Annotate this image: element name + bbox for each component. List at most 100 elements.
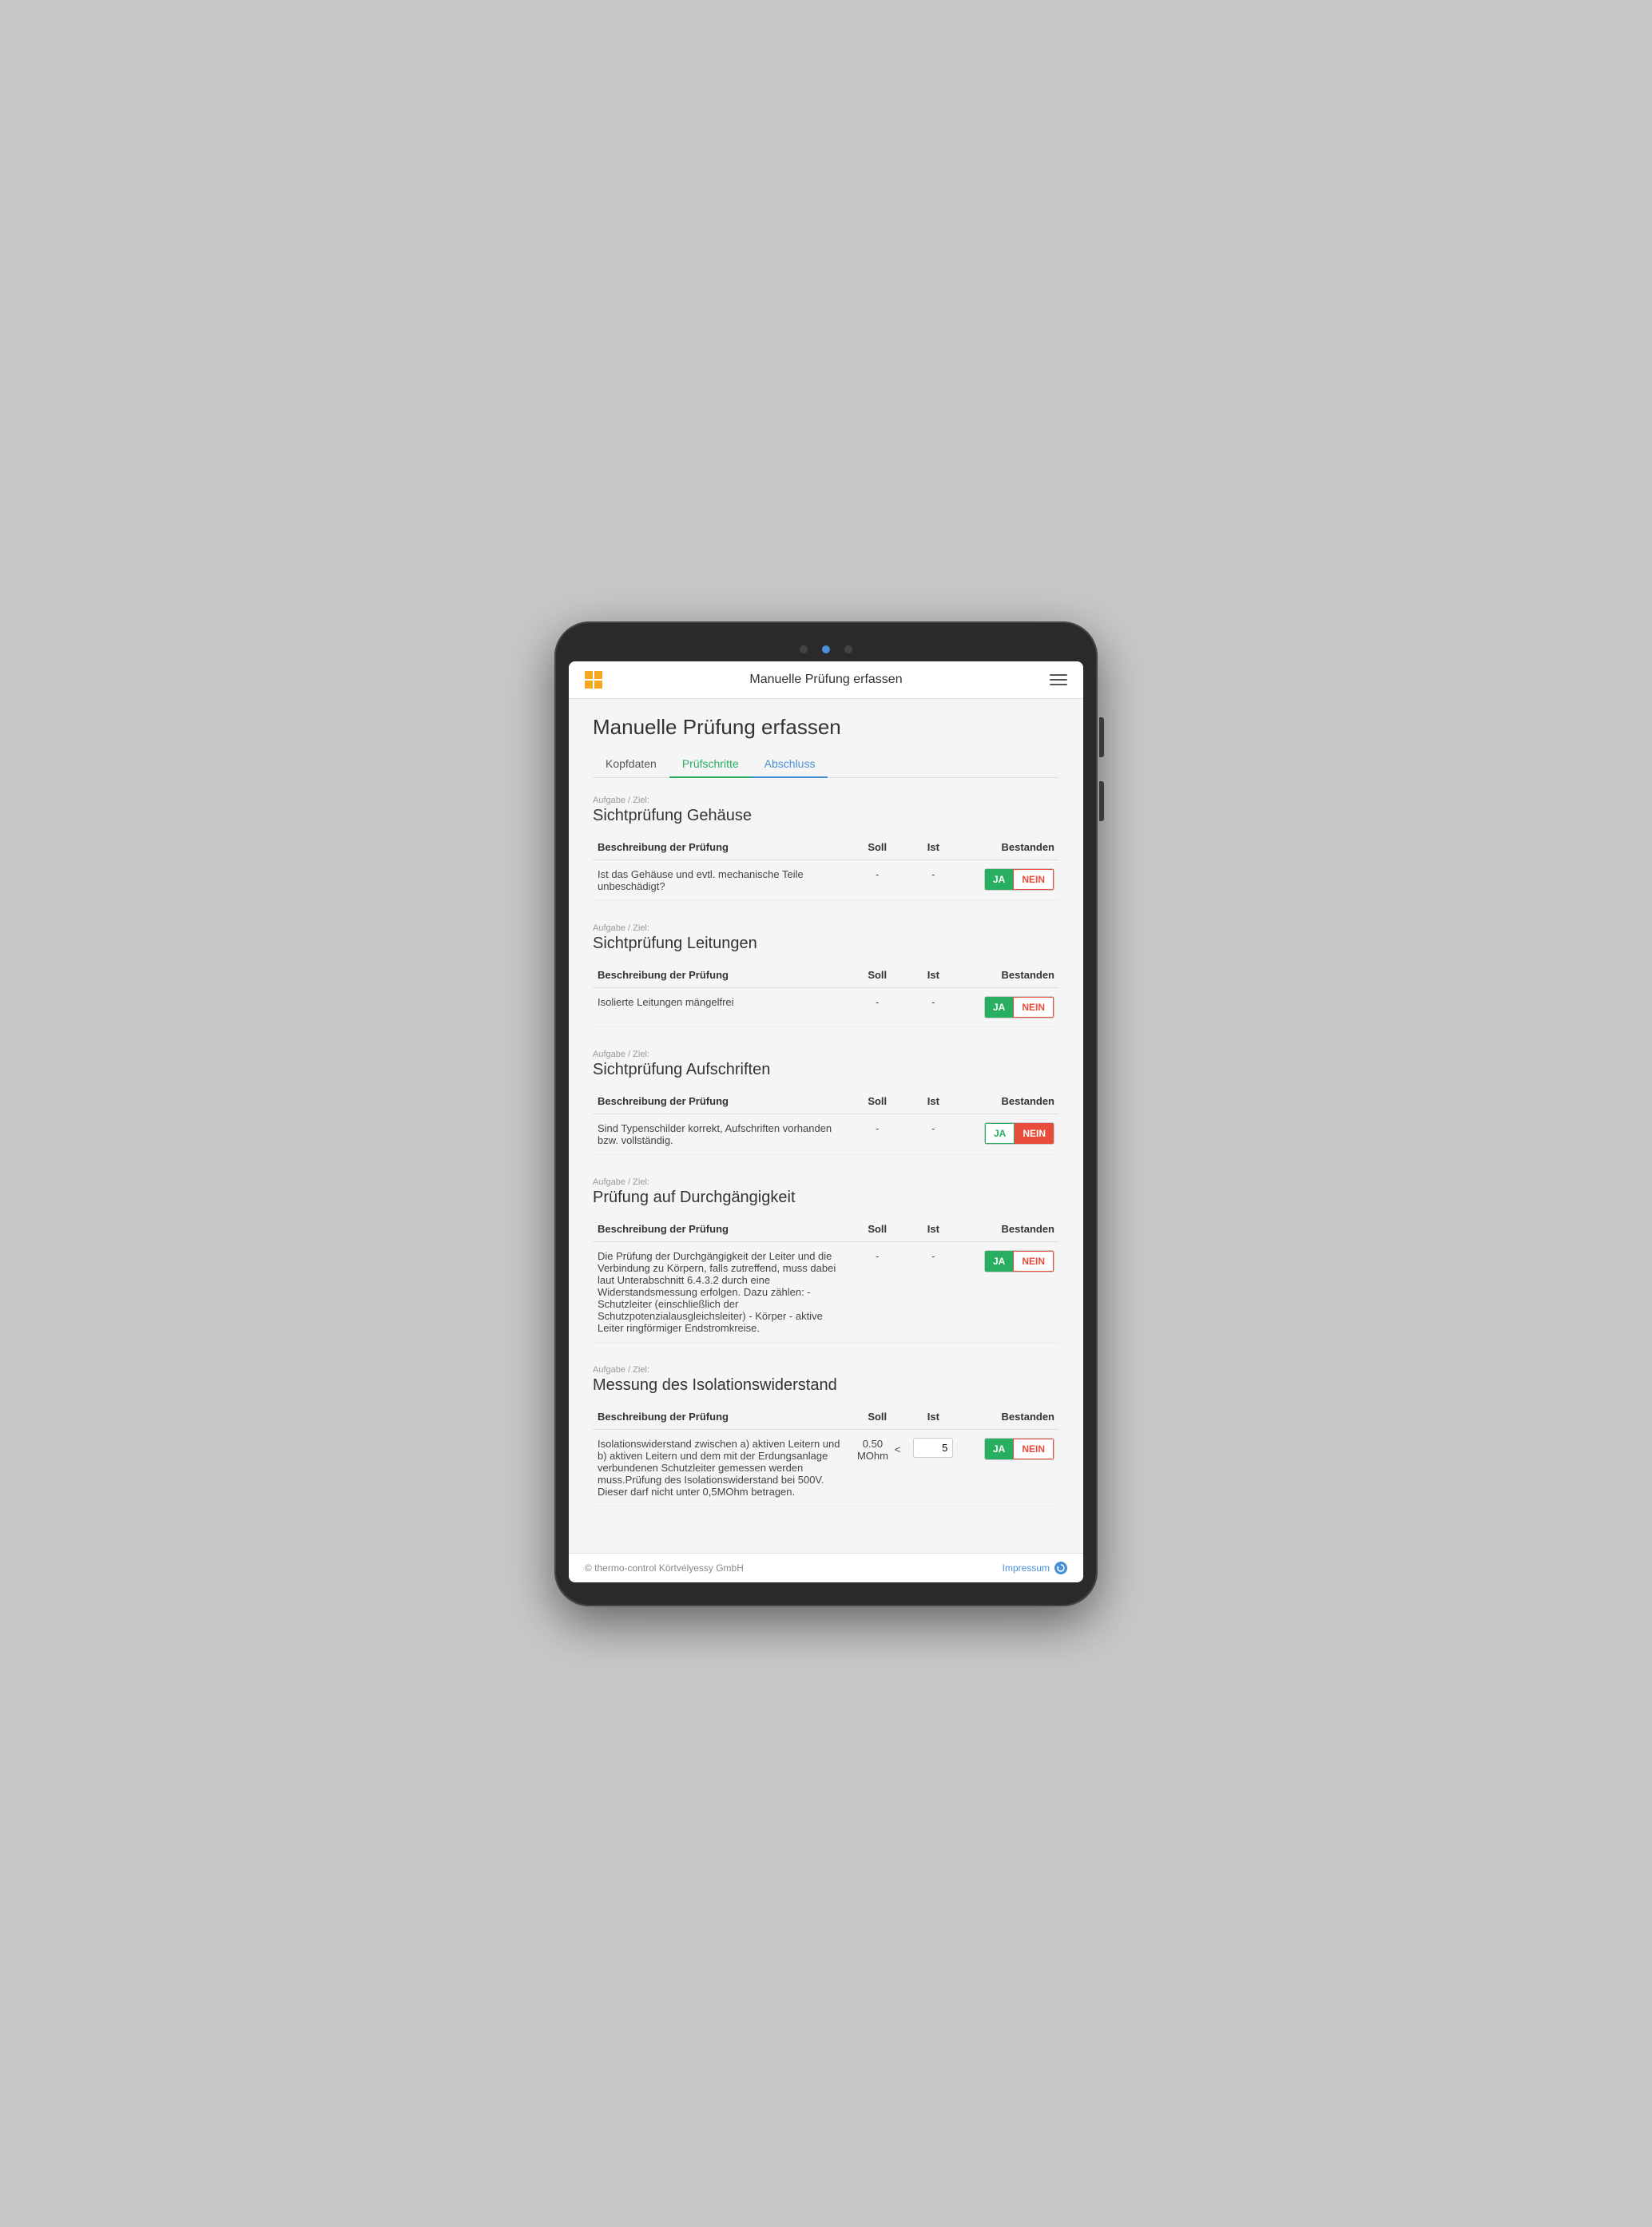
section-gehaeuse-title: Sichtprüfung Gehäuse	[593, 807, 1059, 825]
th-desc-3: Beschreibung der Prüfung	[593, 1089, 849, 1114]
section-aufschriften: Aufgabe / Ziel: Sichtprüfung Aufschrifte…	[593, 1050, 1059, 1155]
ja-nein-2-0: JA NEIN	[984, 996, 1054, 1018]
scroll-area: Manuelle Prüfung erfassen Kopfdaten Prüf…	[569, 699, 1083, 1553]
btn-nein-5-0[interactable]: NEIN	[1013, 1439, 1054, 1459]
th-desc-2: Beschreibung der Prüfung	[593, 963, 849, 988]
th-ist-5: Ist	[905, 1404, 961, 1430]
th-ist-3: Ist	[905, 1089, 961, 1114]
btn-ja-4-0[interactable]: JA	[985, 1251, 1013, 1272]
row-ist-4-0: -	[905, 1241, 961, 1342]
section-isolation-title: Messung des Isolationswiderstand	[593, 1376, 1059, 1395]
tablet-screen: Manuelle Prüfung erfassen Manuelle Prüfu…	[569, 661, 1083, 1582]
footer-impressum-link[interactable]: Impressum	[1003, 1562, 1050, 1574]
ja-nein-3-0: JA NEIN	[984, 1122, 1054, 1145]
logo-sq-1	[585, 671, 593, 679]
row-soll-4-0: -	[849, 1241, 905, 1342]
dot-camera	[822, 645, 830, 653]
menu-line-2	[1050, 679, 1067, 681]
row-soll-5-0: 0.50 MOhm <	[849, 1429, 905, 1506]
btn-ja-5-0[interactable]: JA	[985, 1439, 1013, 1459]
row-soll-1-0: -	[849, 859, 905, 900]
th-soll-1: Soll	[849, 835, 905, 860]
th-best-5: Bestanden	[961, 1404, 1059, 1430]
row-best-4-0: JA NEIN	[961, 1241, 1059, 1342]
row-desc-1-0: Ist das Gehäuse und evtl. mechanische Te…	[593, 859, 849, 900]
row-best-1-0: JA NEIN	[961, 859, 1059, 900]
tab-pruefschritte[interactable]: Prüfschritte	[669, 751, 752, 778]
row-ist-2-0: -	[905, 987, 961, 1026]
row-best-2-0: JA NEIN	[961, 987, 1059, 1026]
table-row: Die Prüfung der Durchgängigkeit der Leit…	[593, 1241, 1059, 1342]
row-ist-5-0	[905, 1429, 961, 1506]
table-aufschriften: Beschreibung der Prüfung Soll Ist Bestan…	[593, 1089, 1059, 1155]
menu-line-3	[1050, 684, 1067, 685]
nav-bar: Manuelle Prüfung erfassen	[569, 661, 1083, 699]
tab-kopfdaten[interactable]: Kopfdaten	[593, 751, 669, 778]
section-leitungen-title: Sichtprüfung Leitungen	[593, 935, 1059, 953]
row-best-3-0: JA NEIN	[961, 1114, 1059, 1154]
btn-nein-1-0[interactable]: NEIN	[1013, 869, 1054, 890]
row-ist-3-0: -	[905, 1114, 961, 1154]
table-leitungen: Beschreibung der Prüfung Soll Ist Bestan…	[593, 963, 1059, 1027]
soll-op: <	[895, 1443, 901, 1455]
btn-nein-3-0[interactable]: NEIN	[1015, 1123, 1054, 1144]
th-soll-5: Soll	[849, 1404, 905, 1430]
app-logo	[585, 671, 602, 689]
th-desc-1: Beschreibung der Prüfung	[593, 835, 849, 860]
table-row: Isolationswiderstand zwischen a) aktiven…	[593, 1429, 1059, 1506]
section-durchgaengigkeit-title: Prüfung auf Durchgängigkeit	[593, 1189, 1059, 1207]
nav-title: Manuelle Prüfung erfassen	[749, 673, 902, 687]
table-row: Sind Typenschilder korrekt, Aufschriften…	[593, 1114, 1059, 1154]
tab-abschluss[interactable]: Abschluss	[752, 751, 828, 778]
th-desc-4: Beschreibung der Prüfung	[593, 1217, 849, 1242]
footer-right: Impressum	[1003, 1562, 1067, 1574]
btn-ja-1-0[interactable]: JA	[985, 869, 1013, 890]
table-row: Ist das Gehäuse und evtl. mechanische Te…	[593, 859, 1059, 900]
dot-1	[800, 645, 808, 653]
row-soll-2-0: -	[849, 987, 905, 1026]
section-gehaeuse-label: Aufgabe / Ziel:	[593, 796, 1059, 805]
footer-copyright: © thermo-control Körtvélyessy GmbH	[585, 1562, 744, 1574]
page-title: Manuelle Prüfung erfassen	[593, 715, 1059, 740]
tablet-top-bar	[569, 645, 1083, 653]
section-durchgaengigkeit-label: Aufgabe / Ziel:	[593, 1177, 1059, 1187]
th-soll-3: Soll	[849, 1089, 905, 1114]
btn-nein-4-0[interactable]: NEIN	[1013, 1251, 1054, 1272]
section-isolation: Aufgabe / Ziel: Messung des Isolationswi…	[593, 1365, 1059, 1506]
row-desc-5-0: Isolationswiderstand zwischen a) aktiven…	[593, 1429, 849, 1506]
ja-nein-1-0: JA NEIN	[984, 868, 1054, 891]
th-best-4: Bestanden	[961, 1217, 1059, 1242]
section-gehaeuse: Aufgabe / Ziel: Sichtprüfung Gehäuse Bes…	[593, 796, 1059, 901]
th-soll-2: Soll	[849, 963, 905, 988]
table-isolation: Beschreibung der Prüfung Soll Ist Bestan…	[593, 1404, 1059, 1506]
footer: © thermo-control Körtvélyessy GmbH Impre…	[569, 1553, 1083, 1582]
logo-sq-4	[594, 681, 602, 689]
menu-icon[interactable]	[1050, 674, 1067, 685]
ist-input-field[interactable]	[913, 1438, 953, 1458]
tabs-bar: Kopfdaten Prüfschritte Abschluss	[593, 751, 1059, 778]
th-best-2: Bestanden	[961, 963, 1059, 988]
th-best-3: Bestanden	[961, 1089, 1059, 1114]
section-isolation-label: Aufgabe / Ziel:	[593, 1365, 1059, 1375]
th-best-1: Bestanden	[961, 835, 1059, 860]
row-desc-4-0: Die Prüfung der Durchgängigkeit der Leit…	[593, 1241, 849, 1342]
row-soll-3-0: -	[849, 1114, 905, 1154]
logo-sq-2	[594, 671, 602, 679]
ja-nein-5-0: JA NEIN	[984, 1438, 1054, 1460]
btn-ja-2-0[interactable]: JA	[985, 997, 1013, 1018]
th-soll-4: Soll	[849, 1217, 905, 1242]
btn-nein-2-0[interactable]: NEIN	[1013, 997, 1054, 1018]
ja-nein-4-0: JA NEIN	[984, 1250, 1054, 1272]
section-leitungen-label: Aufgabe / Ziel:	[593, 923, 1059, 933]
th-desc-5: Beschreibung der Prüfung	[593, 1404, 849, 1430]
row-desc-3-0: Sind Typenschilder korrekt, Aufschriften…	[593, 1114, 849, 1154]
section-aufschriften-label: Aufgabe / Ziel:	[593, 1050, 1059, 1059]
btn-ja-3-0[interactable]: JA	[985, 1123, 1015, 1144]
footer-icon	[1054, 1562, 1067, 1574]
row-ist-1-0: -	[905, 859, 961, 900]
menu-line-1	[1050, 674, 1067, 676]
section-aufschriften-title: Sichtprüfung Aufschriften	[593, 1061, 1059, 1079]
table-row: Isolierte Leitungen mängelfrei - - JA NE…	[593, 987, 1059, 1026]
th-ist-1: Ist	[905, 835, 961, 860]
table-durchgaengigkeit: Beschreibung der Prüfung Soll Ist Bestan…	[593, 1217, 1059, 1343]
